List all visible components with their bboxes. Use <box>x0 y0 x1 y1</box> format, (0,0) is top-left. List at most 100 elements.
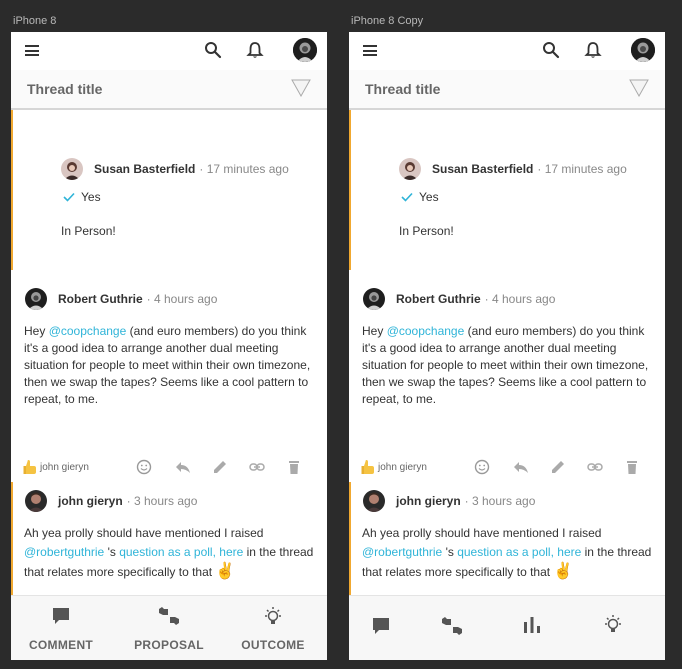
author-name[interactable]: Robert Guthrie <box>396 292 481 306</box>
nav-comment[interactable]: COMMENT <box>11 596 111 660</box>
lightbulb-icon[interactable] <box>603 614 623 636</box>
delete-icon[interactable] <box>286 459 302 475</box>
thumbs-up-down-icon <box>159 607 179 625</box>
timestamp: · 17 minutes ago <box>537 162 627 176</box>
post-text: Ah yea prolly should have mentioned I ra… <box>24 526 264 540</box>
dropdown-triangle-icon[interactable] <box>629 79 649 97</box>
vote-statement: In Person! <box>399 224 454 238</box>
nav-outcome[interactable]: OUTCOME <box>223 596 323 660</box>
author-name[interactable]: Susan Basterfield <box>94 162 195 176</box>
post-text: Ah yea prolly should have mentioned I ra… <box>362 526 602 540</box>
vote-accent-bar <box>349 110 351 270</box>
victory-emoji: ✌ <box>553 563 574 580</box>
bell-icon[interactable] <box>245 40 265 60</box>
search-icon[interactable] <box>203 40 223 60</box>
user-avatar[interactable] <box>293 38 317 62</box>
post-body: Hey @coopchange (and euro members) do yo… <box>24 323 319 408</box>
reply-icon[interactable] <box>175 459 191 475</box>
check-icon <box>401 192 413 202</box>
comment-icon <box>53 608 69 624</box>
avatar[interactable] <box>363 288 385 310</box>
post-actions: john gieryn <box>361 457 649 477</box>
thumbs-up-reaction-icon[interactable] <box>23 459 37 475</box>
post-body: Ah yea prolly should have mentioned I ra… <box>362 524 657 582</box>
nav-comment-label: COMMENT <box>28 638 94 652</box>
reaction-user: john gieryn <box>40 461 89 473</box>
thread-title: Thread title <box>27 81 103 97</box>
post-author: john gieryn · 3 hours ago <box>363 490 535 512</box>
timestamp: · 3 hours ago <box>126 494 198 508</box>
author-name[interactable]: Susan Basterfield <box>432 162 533 176</box>
post-author: john gieryn · 3 hours ago <box>25 490 197 512</box>
nav-proposal-label: PROPOSAL <box>134 638 204 652</box>
author-name[interactable]: john gieryn <box>58 494 123 508</box>
avatar[interactable] <box>399 158 421 180</box>
mention-link[interactable]: @robertguthrie <box>24 545 104 559</box>
mention-link[interactable]: @coopchange <box>49 324 127 338</box>
post-text: 's <box>442 545 458 559</box>
avatar[interactable] <box>25 288 47 310</box>
edit-icon[interactable] <box>212 459 228 475</box>
post-author: Robert Guthrie · 4 hours ago <box>363 288 555 310</box>
top-app-bar <box>11 32 327 70</box>
hamburger-menu-icon[interactable] <box>25 45 39 56</box>
mention-link[interactable]: @robertguthrie <box>362 545 442 559</box>
bottom-navigation: COMMENT PROPOSAL OUTCOME <box>11 595 327 660</box>
vote-choice: Yes <box>401 190 439 204</box>
phone-screen-1: Thread title Susan Basterfield · 17 minu… <box>11 32 327 660</box>
mention-link[interactable]: @coopchange <box>387 324 465 338</box>
top-app-bar <box>349 32 665 70</box>
search-icon[interactable] <box>541 40 561 60</box>
post-body: Ah yea prolly should have mentioned I ra… <box>24 524 319 582</box>
vote-choice-label: Yes <box>419 190 439 204</box>
dropdown-triangle-icon[interactable] <box>291 79 311 97</box>
user-avatar[interactable] <box>631 38 655 62</box>
post-actions: john gieryn <box>23 457 311 477</box>
victory-emoji: ✌ <box>215 563 236 580</box>
artboard-label-2: iPhone 8 Copy <box>351 15 424 27</box>
vote-choice: Yes <box>63 190 101 204</box>
author-name[interactable]: Robert Guthrie <box>58 292 143 306</box>
link-icon[interactable] <box>587 459 603 475</box>
reply-icon[interactable] <box>513 459 529 475</box>
vote-accent-bar <box>11 110 13 270</box>
hamburger-menu-icon[interactable] <box>363 45 377 56</box>
bell-icon[interactable] <box>583 40 603 60</box>
emoji-reaction-icon[interactable] <box>136 459 152 475</box>
edit-icon[interactable] <box>550 459 566 475</box>
vote-statement: In Person! <box>61 224 116 238</box>
poll-link[interactable]: question as a poll, here <box>119 545 243 559</box>
thread-title: Thread title <box>365 81 441 97</box>
bottom-navigation <box>349 595 665 660</box>
post-text: 's <box>104 545 120 559</box>
thread-title-bar[interactable]: Thread title <box>11 70 327 110</box>
check-icon <box>63 192 75 202</box>
thread-title-bar[interactable]: Thread title <box>349 70 665 110</box>
artboard-label-1: iPhone 8 <box>13 15 57 27</box>
thread-content: Susan Basterfield · 17 minutes ago Yes I… <box>349 110 665 628</box>
thumbs-up-down-icon[interactable] <box>441 616 463 636</box>
delete-icon[interactable] <box>624 459 640 475</box>
thumbs-up-reaction-icon[interactable] <box>361 459 375 475</box>
post-body: Hey @coopchange (and euro members) do yo… <box>362 323 657 408</box>
nav-outcome-label: OUTCOME <box>241 638 305 652</box>
avatar[interactable] <box>363 490 385 512</box>
post-author: Robert Guthrie · 4 hours ago <box>25 288 217 310</box>
timestamp: · 4 hours ago <box>146 292 218 306</box>
reaction-user: john gieryn <box>378 461 427 473</box>
nav-proposal[interactable]: PROPOSAL <box>119 596 219 660</box>
lightbulb-icon <box>265 607 281 624</box>
avatar[interactable] <box>25 490 47 512</box>
poll-link[interactable]: question as a poll, here <box>457 545 581 559</box>
author-name[interactable]: john gieryn <box>396 494 461 508</box>
bar-chart-icon[interactable] <box>523 616 541 634</box>
timestamp: · 3 hours ago <box>464 494 536 508</box>
avatar[interactable] <box>61 158 83 180</box>
vote-choice-label: Yes <box>81 190 101 204</box>
comment-icon[interactable] <box>371 616 391 636</box>
link-icon[interactable] <box>249 459 265 475</box>
emoji-reaction-icon[interactable] <box>474 459 490 475</box>
timestamp: · 17 minutes ago <box>199 162 289 176</box>
phone-screen-2: Thread title Susan Basterfield · 17 minu… <box>349 32 665 660</box>
vote-card-author: Susan Basterfield · 17 minutes ago <box>61 158 289 180</box>
